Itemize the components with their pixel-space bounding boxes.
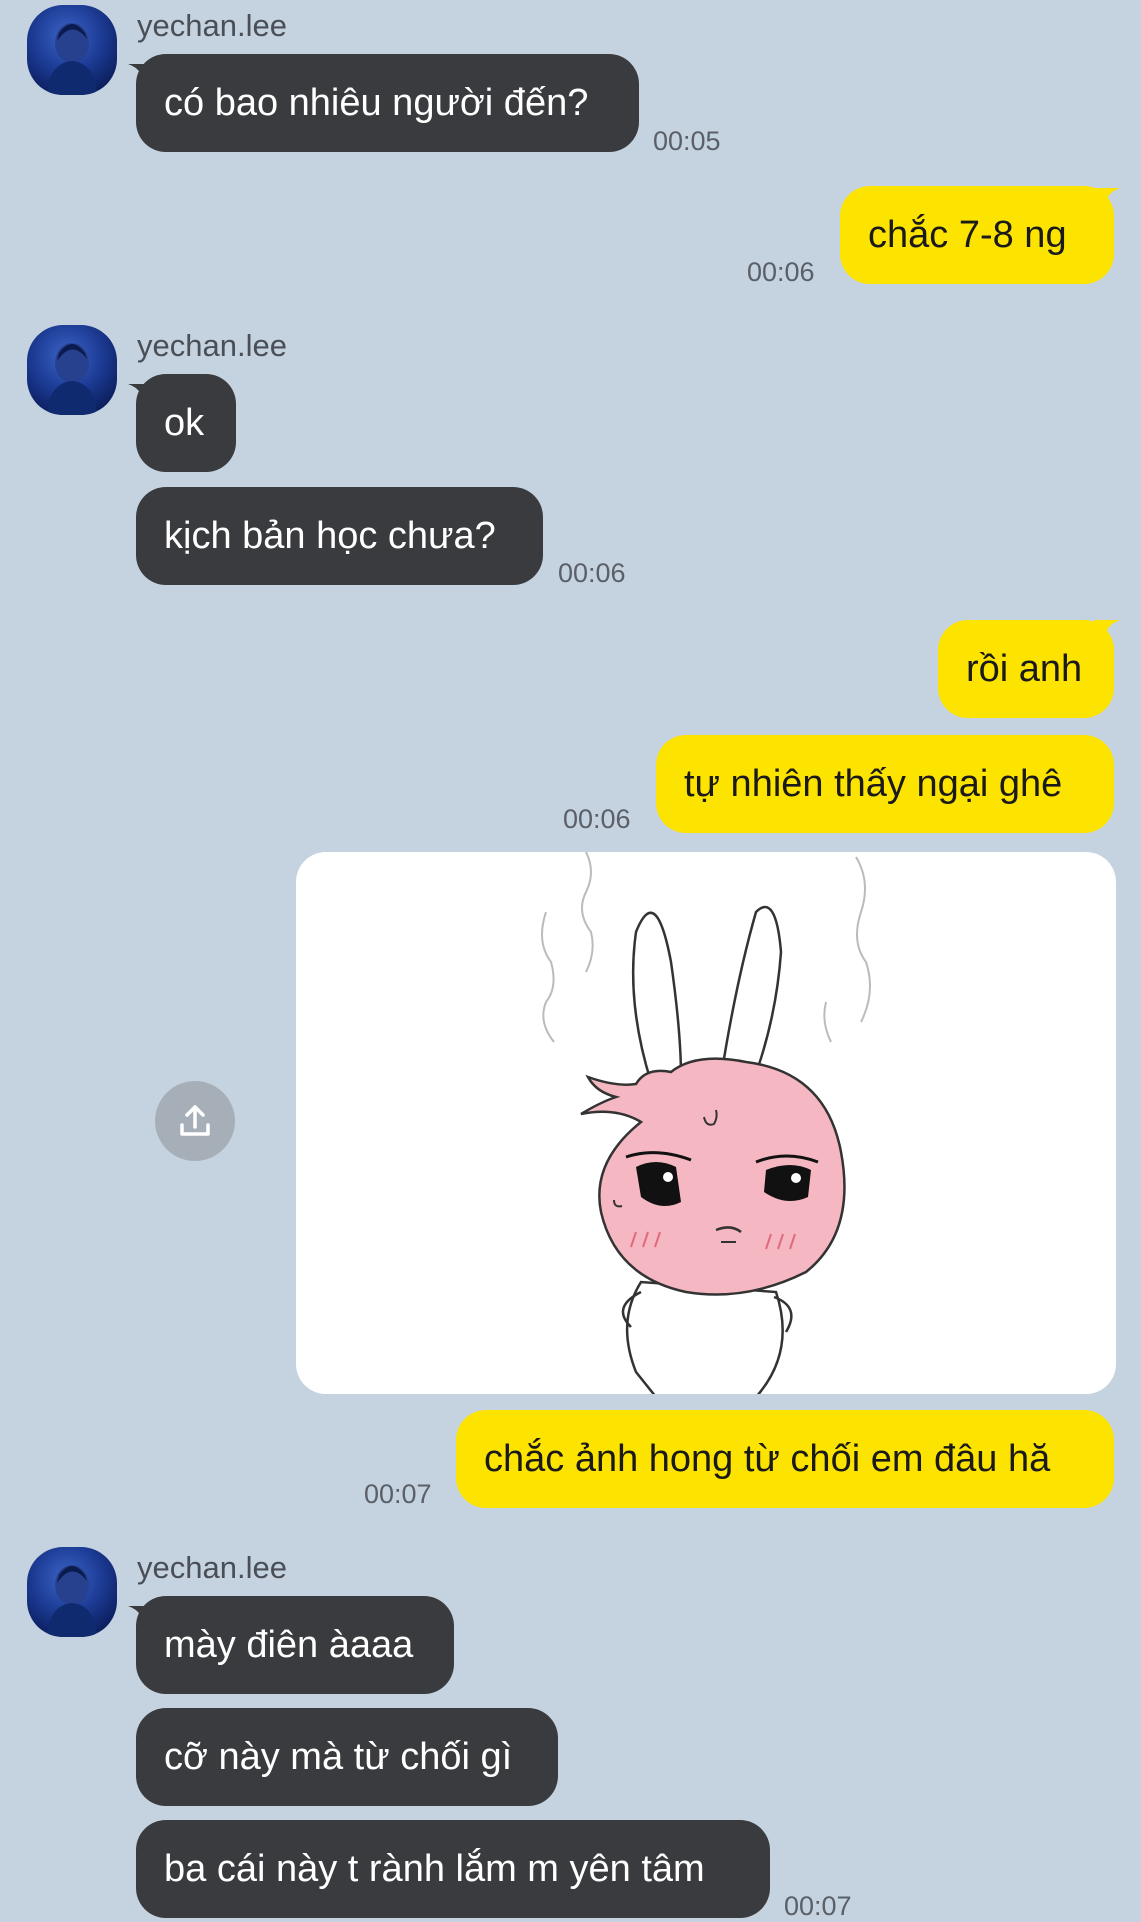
incoming-message[interactable]: ba cái này t rành lắm m yên tâm [136, 1820, 770, 1918]
sticker-image[interactable] [296, 852, 1116, 1394]
outgoing-message[interactable]: chắc 7-8 ng [840, 186, 1114, 284]
pink-bunny-sticker [541, 852, 871, 1394]
avatar-photo-icon [47, 343, 97, 415]
sender-name: yechan.lee [137, 328, 287, 363]
avatar[interactable] [27, 5, 117, 95]
outgoing-message[interactable]: tự nhiên thấy ngại ghê [656, 735, 1114, 833]
avatar[interactable] [27, 1547, 117, 1637]
message-time: 00:07 [784, 1891, 852, 1921]
avatar[interactable] [27, 325, 117, 415]
incoming-message[interactable]: cỡ này mà từ chối gì [136, 1708, 558, 1806]
message-time: 00:06 [747, 257, 815, 287]
outgoing-message[interactable]: rồi anh [938, 620, 1114, 718]
message-time: 00:06 [563, 804, 631, 834]
sender-name: yechan.lee [137, 1550, 287, 1585]
outgoing-message[interactable]: chắc ảnh hong từ chối em đâu hă [456, 1410, 1114, 1508]
share-icon [180, 1105, 210, 1136]
avatar-photo-icon [47, 23, 97, 95]
incoming-message[interactable]: có bao nhiêu người đến? [136, 54, 639, 152]
message-time: 00:06 [558, 558, 626, 588]
incoming-message[interactable]: kịch bản học chưa? [136, 487, 543, 585]
message-time: 00:05 [653, 126, 721, 156]
incoming-message[interactable]: mày điên àaaa [136, 1596, 454, 1694]
incoming-message[interactable]: ok [136, 374, 236, 472]
avatar-photo-icon [47, 1565, 97, 1637]
sender-name: yechan.lee [137, 8, 287, 43]
share-button[interactable] [155, 1081, 235, 1161]
message-time: 00:07 [364, 1479, 432, 1509]
